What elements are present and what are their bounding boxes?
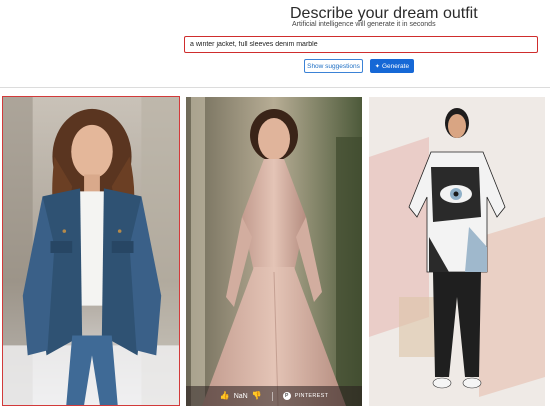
outfit-image-graphic-tunic	[369, 97, 545, 406]
image-actions-bar: 👍 NaN 👎 P PINTEREST	[186, 386, 362, 406]
thumbs-down-icon[interactable]: 👎	[252, 392, 262, 400]
separator	[271, 391, 273, 401]
result-image-3[interactable]	[369, 97, 545, 406]
divider	[0, 87, 550, 88]
show-suggestions-button[interactable]: Show suggestions	[304, 59, 363, 73]
result-image-2[interactable]: 👍 NaN 👎 P PINTEREST	[186, 97, 362, 406]
prompt-header: Describe your dream outfit Artificial in…	[0, 0, 550, 88]
pinterest-icon[interactable]: P	[282, 392, 291, 400]
outfit-image-satin-gown	[186, 97, 362, 406]
pinterest-share-link[interactable]: PINTEREST	[295, 393, 329, 399]
result-image-1[interactable]	[2, 96, 180, 406]
thumbs-up-icon[interactable]: 👍	[220, 392, 230, 400]
generate-button-label: Generate	[381, 62, 410, 70]
generate-button[interactable]: ✦ Generate	[370, 59, 414, 73]
outfit-prompt-input[interactable]	[184, 36, 538, 53]
sparkle-icon: ✦	[374, 63, 380, 70]
like-count: NaN	[233, 392, 248, 400]
outfit-image-denim-jacket	[3, 97, 179, 405]
page-subtitle: Artificial intelligence will generate it…	[292, 21, 436, 28]
